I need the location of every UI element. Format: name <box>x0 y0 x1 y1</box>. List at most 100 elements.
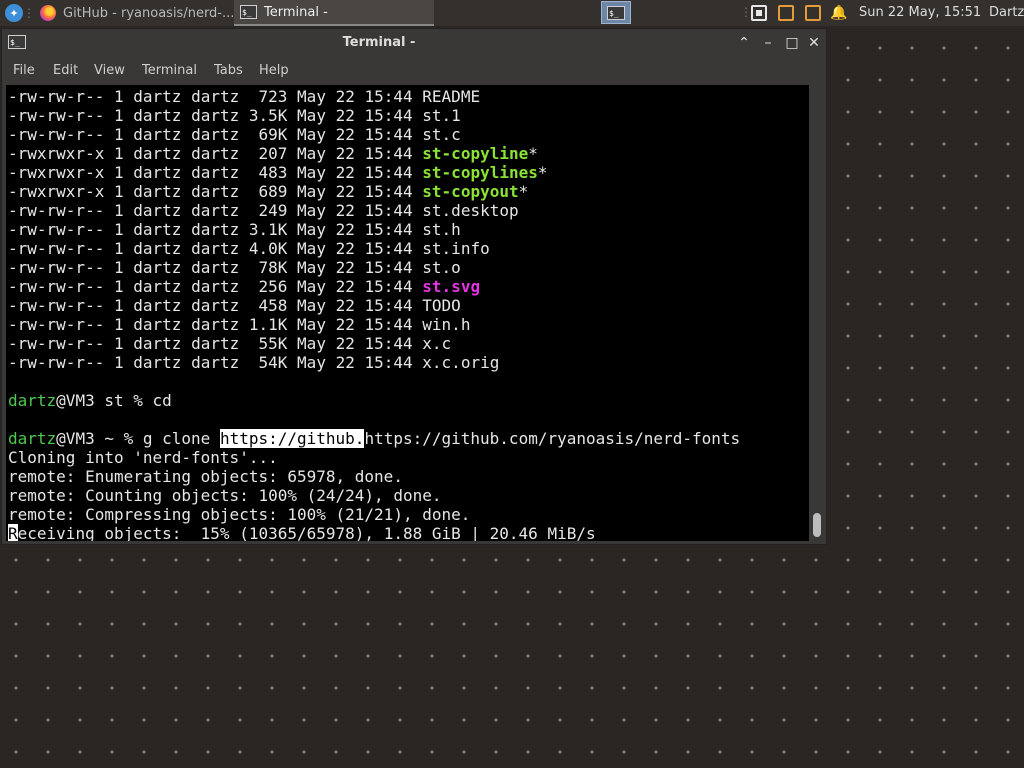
file-links: 1 <box>113 239 124 258</box>
file-permissions: -rwxrwxr-x <box>8 144 105 163</box>
file-date: May 22 15:44 <box>297 315 413 334</box>
file-name: st-copylines <box>422 163 538 182</box>
workspace-switcher[interactable]: $_ <box>601 1 631 24</box>
clock[interactable]: Sun 22 May, 15:51 <box>859 0 981 26</box>
terminal-line: -rw-rw-r-- 1 dartz dartz 3.5K May 22 15:… <box>8 106 461 125</box>
file-links: 1 <box>113 277 124 296</box>
window-titlebar[interactable]: $_ Terminal - ⌃ – □ ✕ <box>2 29 826 57</box>
file-owner: dartz <box>133 334 182 353</box>
file-group: dartz <box>191 106 240 125</box>
menu-tabs[interactable]: Tabs <box>214 57 243 84</box>
scrollbar[interactable] <box>810 85 826 541</box>
file-permissions: -rw-rw-r-- <box>8 220 105 239</box>
file-date: May 22 15:44 <box>297 201 413 220</box>
terminal-line: dartz@VM3 ~ % g clone https://github.htt… <box>8 429 740 448</box>
file-name: TODO <box>422 296 461 315</box>
prompt-user: dartz <box>8 429 57 448</box>
terminal-line: remote: Enumerating objects: 65978, done… <box>8 467 403 486</box>
file-links: 1 <box>113 106 124 125</box>
file-date: May 22 15:44 <box>297 125 413 144</box>
network-icon[interactable] <box>751 5 767 21</box>
taskbar-item-terminal[interactable]: $_ Terminal - <box>234 0 434 26</box>
user-menu[interactable]: Dartz <box>989 0 1024 26</box>
file-size: 723 <box>248 87 288 106</box>
file-group: dartz <box>191 296 240 315</box>
file-size: 69K <box>248 125 288 144</box>
taskbar-item-label: Terminal - <box>264 4 328 20</box>
terminal-line: -rwxrwxr-x 1 dartz dartz 689 May 22 15:4… <box>8 182 528 201</box>
file-group: dartz <box>191 258 240 277</box>
file-links: 1 <box>113 182 124 201</box>
file-owner: dartz <box>133 258 182 277</box>
terminal-line: -rw-rw-r-- 1 dartz dartz 249 May 22 15:4… <box>8 201 519 220</box>
file-group: dartz <box>191 125 240 144</box>
file-links: 1 <box>113 334 124 353</box>
scrollbar-thumb[interactable] <box>813 513 821 537</box>
file-size: 256 <box>248 277 288 296</box>
roll-up-button[interactable]: ⌃ <box>734 33 754 53</box>
firefox-icon <box>40 5 56 21</box>
file-date: May 22 15:44 <box>297 182 413 201</box>
file-links: 1 <box>113 258 124 277</box>
maximize-button[interactable]: □ <box>782 33 802 53</box>
file-date: May 22 15:44 <box>297 239 413 258</box>
file-permissions: -rw-rw-r-- <box>8 353 105 372</box>
menu-edit[interactable]: Edit <box>53 57 78 84</box>
terminal-line: -rw-rw-r-- 1 dartz dartz 458 May 22 15:4… <box>8 296 461 315</box>
file-size: 207 <box>248 144 288 163</box>
file-date: May 22 15:44 <box>297 296 413 315</box>
top-panel: ✦ ⋮ GitHub - ryanoasis/nerd-... $_ Termi… <box>0 0 1024 26</box>
file-permissions: -rw-rw-r-- <box>8 315 105 334</box>
menubar: File Edit View Terminal Tabs Help <box>2 57 826 84</box>
file-name: st.desktop <box>422 201 519 220</box>
output-text: remote: Compressing objects: 100% (21/21… <box>8 505 471 524</box>
file-owner: dartz <box>133 201 182 220</box>
terminal-line: -rw-rw-r-- 1 dartz dartz 723 May 22 15:4… <box>8 87 480 106</box>
file-permissions: -rw-rw-r-- <box>8 87 105 106</box>
file-owner: dartz <box>133 144 182 163</box>
terminal-screen[interactable]: -rw-rw-r-- 1 dartz dartz 723 May 22 15:4… <box>6 85 809 541</box>
prompt-user: dartz <box>8 391 57 410</box>
file-group: dartz <box>191 315 240 334</box>
terminal-line: -rw-rw-r-- 1 dartz dartz 69K May 22 15:4… <box>8 125 461 144</box>
notification-icon[interactable] <box>778 5 794 21</box>
file-links: 1 <box>113 87 124 106</box>
file-date: May 22 15:44 <box>297 220 413 239</box>
file-size: 458 <box>248 296 288 315</box>
file-size: 54K <box>248 353 288 372</box>
file-links: 1 <box>113 220 124 239</box>
menu-view[interactable]: View <box>94 57 125 84</box>
file-name: st.info <box>422 239 490 258</box>
file-type-suffix: * <box>528 144 538 163</box>
close-button[interactable]: ✕ <box>804 33 824 53</box>
terminal-line: -rw-rw-r-- 1 dartz dartz 54K May 22 15:4… <box>8 353 499 372</box>
file-name: st.c <box>422 125 461 144</box>
output-text: remote: Enumerating objects: 65978, done… <box>8 467 403 486</box>
notification-icon[interactable] <box>805 5 821 21</box>
file-links: 1 <box>113 315 124 334</box>
minimize-button[interactable]: – <box>758 33 778 53</box>
menu-file[interactable]: File <box>13 57 35 84</box>
file-owner: dartz <box>133 125 182 144</box>
file-links: 1 <box>113 144 124 163</box>
bell-icon[interactable]: 🔔 <box>830 5 847 21</box>
file-size: 689 <box>248 182 288 201</box>
applications-menu-button[interactable]: ✦ <box>3 0 25 26</box>
file-permissions: -rw-rw-r-- <box>8 296 105 315</box>
file-name: x.c.orig <box>422 353 500 372</box>
terminal-line: remote: Counting objects: 100% (24/24), … <box>8 486 441 505</box>
file-permissions: -rwxrwxr-x <box>8 163 105 182</box>
file-group: dartz <box>191 182 240 201</box>
menu-help[interactable]: Help <box>259 57 289 84</box>
taskbar-item-firefox[interactable]: GitHub - ryanoasis/nerd-... <box>34 0 234 26</box>
file-type-suffix: * <box>537 163 548 182</box>
file-size: 4.0K <box>248 239 288 258</box>
file-size: 1.1K <box>248 315 288 334</box>
terminal-window: $_ Terminal - ⌃ – □ ✕ File Edit View Ter… <box>1 28 827 545</box>
file-name: x.c <box>422 334 452 353</box>
command: cd <box>152 391 172 410</box>
file-group: dartz <box>191 277 240 296</box>
selected-text: https://github. <box>219 429 365 448</box>
menu-terminal[interactable]: Terminal <box>142 57 197 84</box>
terminal-line: -rw-rw-r-- 1 dartz dartz 1.1K May 22 15:… <box>8 315 470 334</box>
